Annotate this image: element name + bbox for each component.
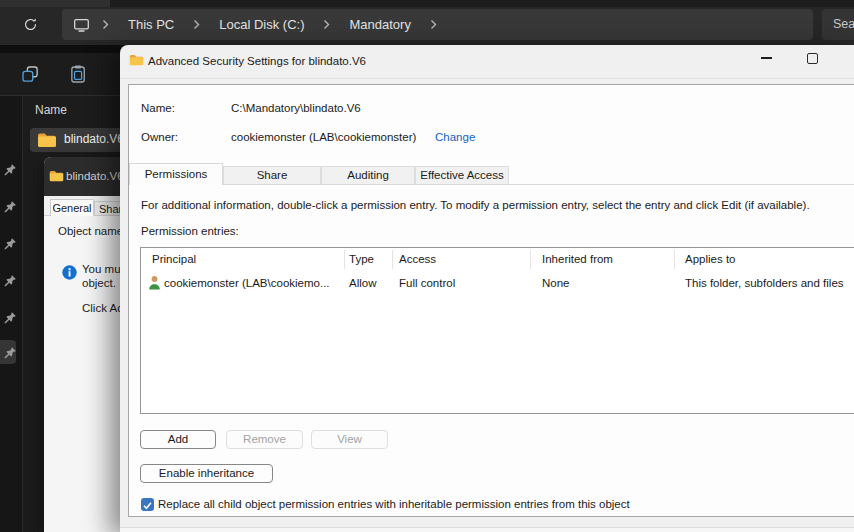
chevron-right-icon <box>193 19 200 30</box>
cell-inherited-from: None <box>542 277 570 289</box>
breadcrumb-mandatory[interactable]: Mandatory <box>349 17 410 32</box>
pin-icon[interactable] <box>3 274 17 288</box>
breadcrumb-local-disk[interactable]: Local Disk (C:) <box>219 17 304 32</box>
info-icon <box>62 265 77 280</box>
minimize-button[interactable] <box>761 57 772 59</box>
tab-permissions[interactable]: Permissions <box>129 163 223 185</box>
tabstrip-baseline <box>129 184 854 185</box>
add-button[interactable]: Add <box>140 430 216 449</box>
maximize-button[interactable] <box>807 53 818 64</box>
permission-entries-label: Permission entries: <box>141 225 239 237</box>
pin-icon[interactable] <box>3 200 17 214</box>
dialog-content-panel: Name: C:\Mandatory\blindato.V6 Owner: co… <box>128 84 854 517</box>
folder-icon <box>49 169 64 182</box>
breadcrumb-this-pc[interactable]: This PC <box>128 17 174 32</box>
properties-title: blindato.V6 <box>66 170 124 182</box>
view-button[interactable]: View <box>311 430 388 449</box>
this-pc-icon <box>73 17 90 33</box>
owner-label: Owner: <box>141 131 178 143</box>
col-header-applies-to[interactable]: Applies to <box>685 253 736 265</box>
explorer-tabstrip <box>110 0 854 7</box>
cell-principal: cookiemonster (LAB\cookiemo... <box>164 277 330 289</box>
pin-icon[interactable] <box>3 346 17 360</box>
permissions-info-text: For additional information, double-click… <box>141 199 810 211</box>
owner-value: cookiemonster (LAB\cookiemonster) <box>231 131 416 143</box>
titlebar-divider <box>120 78 854 79</box>
properties-info-text2: object. <box>82 277 116 289</box>
col-header-principal[interactable]: Principal <box>152 253 196 265</box>
nav-pane-divider <box>22 96 23 532</box>
pin-icon[interactable] <box>3 311 17 325</box>
dialog-title: Advanced Security Settings for blindato.… <box>148 55 366 67</box>
folder-icon <box>37 131 57 148</box>
file-name-label: blindato.V6 <box>64 132 124 146</box>
col-header-type[interactable]: Type <box>349 253 374 265</box>
chevron-right-icon <box>323 19 330 30</box>
tab-auditing[interactable]: Auditing <box>321 166 415 184</box>
user-icon <box>148 275 161 290</box>
chevron-right-icon <box>102 19 109 30</box>
explorer-active-tab[interactable] <box>0 0 110 7</box>
object-name-label: Object name: <box>58 225 126 237</box>
screen: This PC Local Disk (C:) Mandatory Sea Na… <box>0 0 854 532</box>
permission-entries-table[interactable]: Principal Type Access Inherited from App… <box>140 247 854 414</box>
replace-checkbox-label: Replace all child object permission entr… <box>158 498 630 510</box>
column-separator <box>530 250 531 269</box>
folder-icon <box>129 53 144 66</box>
tab-effective-access[interactable]: Effective Access <box>415 166 509 184</box>
change-owner-link[interactable]: Change <box>435 131 475 143</box>
pin-icon[interactable] <box>3 237 17 251</box>
check-icon <box>141 499 154 512</box>
tab-general[interactable]: General <box>50 199 94 216</box>
address-bar[interactable]: This PC Local Disk (C:) Mandatory <box>62 9 813 40</box>
behind-dialog-strip <box>120 528 854 532</box>
copy-icon[interactable] <box>19 63 42 86</box>
cell-access: Full control <box>399 277 455 289</box>
advanced-security-dialog: Advanced Security Settings for blindato.… <box>120 45 854 532</box>
chevron-right-icon <box>430 19 437 30</box>
search-input[interactable]: Sea <box>822 9 854 40</box>
tab-share[interactable]: Share <box>223 166 321 184</box>
enable-inheritance-button[interactable]: Enable inheritance <box>140 464 273 483</box>
column-separator <box>344 250 345 269</box>
column-separator <box>674 250 675 269</box>
column-header-name[interactable]: Name <box>35 103 67 117</box>
pin-icon[interactable] <box>3 163 17 177</box>
cell-applies-to: This folder, subfolders and files <box>685 277 844 289</box>
remove-button[interactable]: Remove <box>226 430 303 449</box>
col-header-access[interactable]: Access <box>399 253 436 265</box>
col-header-inherited-from[interactable]: Inherited from <box>542 253 613 265</box>
name-label: Name: <box>141 102 175 114</box>
replace-permissions-checkbox[interactable] <box>141 498 154 511</box>
cell-type: Allow <box>349 277 376 289</box>
name-value: C:\Mandatory\blindato.V6 <box>231 102 361 114</box>
paste-icon[interactable] <box>67 63 90 86</box>
column-separator <box>392 250 393 269</box>
refresh-icon[interactable] <box>23 17 38 32</box>
